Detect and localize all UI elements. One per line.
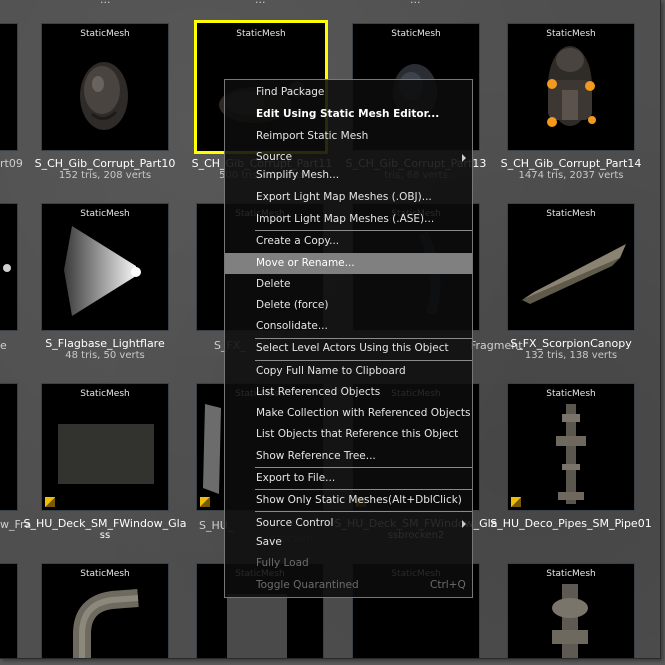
menu-item-label: Source — [256, 151, 293, 163]
partial-label: ... — [410, 0, 421, 6]
submenu-arrow-icon — [462, 520, 466, 528]
partial-label: ... — [255, 0, 266, 6]
asset-thumbnail[interactable]: StaticMesh — [41, 203, 169, 331]
menu-item-edit-static-mesh[interactable]: Edit Using Static Mesh Editor... — [225, 104, 472, 125]
menu-item-shortcut: (Alt+DblClick) — [388, 494, 462, 506]
menu-item-label: Show Only Static Meshes — [256, 494, 388, 506]
asset-stats: 48 tris, 50 verts — [65, 350, 145, 361]
menu-item-reference-tree[interactable]: Show Reference Tree... — [225, 446, 472, 467]
asset-name-line2: ss — [99, 530, 111, 541]
partial-label: ... — [100, 0, 111, 6]
menu-item-list-referencing[interactable]: List Objects that Reference this Object — [225, 424, 472, 445]
asset-type-label: StaticMesh — [391, 29, 441, 39]
asset-status-badge-icon — [200, 497, 210, 507]
asset-name: S_HU_Deck_SM_FWindow_Gla — [23, 517, 187, 530]
asset-type-label: StaticMesh — [546, 389, 596, 399]
mesh-preview-icon — [80, 62, 128, 130]
mesh-preview-icon — [64, 226, 141, 316]
menu-item-show-only-static-meshes[interactable]: Show Only Static Meshes (Alt+DblClick) — [225, 490, 472, 511]
asset-name: S_FX_ScorpionCanopy — [510, 337, 632, 350]
mesh-preview-icon — [547, 46, 596, 127]
menu-item-list-referenced[interactable]: List Referenced Objects — [225, 382, 472, 403]
menu-item-shortcut: Ctrl+Q — [430, 579, 466, 591]
asset-status-badge-icon — [511, 497, 521, 507]
menu-item-toggle-quarantined[interactable]: Toggle Quarantined Ctrl+Q — [225, 575, 472, 596]
asset-type-label: StaticMesh — [80, 29, 130, 39]
asset-thumbnail[interactable] — [0, 563, 18, 658]
asset-context-menu: Find Package Edit Using Static Mesh Edit… — [224, 79, 473, 598]
menu-item-copy-full-name[interactable]: Copy Full Name to Clipboard — [225, 361, 472, 382]
menu-item-move-rename[interactable]: Move or Rename... — [225, 253, 472, 274]
menu-item-source-control[interactable]: Source Control — [225, 513, 472, 534]
asset-thumbnail[interactable] — [0, 383, 18, 511]
menu-item-make-collection[interactable]: Make Collection with Referenced Objects — [225, 403, 472, 424]
menu-item-save[interactable]: Save — [225, 532, 472, 553]
asset-thumbnail[interactable] — [0, 203, 18, 331]
mesh-preview-icon — [522, 244, 626, 304]
asset-type-label: StaticMesh — [236, 29, 286, 39]
asset-status-badge-icon — [45, 497, 55, 507]
asset-thumbnail[interactable]: StaticMesh — [507, 203, 635, 331]
asset-type-label: StaticMesh — [546, 29, 596, 39]
asset-name: S_Flagbase_Lightflare — [45, 337, 165, 350]
asset-thumbnail[interactable]: StaticMesh — [41, 23, 169, 151]
menu-separator — [255, 511, 472, 512]
menu-item-delete-force[interactable]: Delete (force) — [225, 295, 472, 316]
menu-item-find-package[interactable]: Find Package — [225, 82, 472, 103]
asset-type-label: StaticMesh — [546, 569, 596, 579]
asset-type-label: StaticMesh — [80, 569, 130, 579]
asset-thumbnail[interactable]: StaticMesh — [41, 383, 169, 511]
menu-item-label: Source Control — [256, 517, 334, 529]
asset-stats: 152 tris, 208 verts — [58, 170, 152, 181]
asset-name: S_CH_Gib_Corrupt_Part14 — [500, 157, 642, 170]
menu-item-consolidate[interactable]: Consolidate... — [225, 316, 472, 337]
menu-item-export-lightmap[interactable]: Export Light Map Meshes (.OBJ)... — [225, 187, 472, 208]
asset-thumbnail[interactable]: StaticMesh — [41, 563, 169, 658]
asset-stats: 1474 tris, 2037 verts — [518, 170, 624, 181]
asset-name: S_HU_Deco_Pipes_SM_Pipe01 — [490, 517, 652, 530]
asset-thumbnail[interactable] — [0, 23, 18, 151]
submenu-arrow-icon — [462, 154, 466, 162]
menu-item-simplify-mesh[interactable]: Simplify Mesh... — [225, 165, 472, 186]
asset-type-label: StaticMesh — [80, 209, 130, 219]
menu-item-export-file[interactable]: Export to File... — [225, 468, 472, 489]
mesh-preview-icon — [3, 264, 11, 272]
asset-name-fragment: e — [0, 339, 7, 352]
asset-stats: 132 tris, 138 verts — [524, 350, 618, 361]
menu-item-create-copy[interactable]: Create a Copy... — [225, 231, 472, 252]
menu-item-fully-load[interactable]: Fully Load — [225, 553, 472, 574]
asset-thumbnail[interactable]: StaticMesh — [507, 23, 635, 151]
asset-name: S_CH_Gib_Corrupt_Part10 — [34, 157, 176, 170]
asset-type-label: StaticMesh — [546, 209, 596, 219]
asset-thumbnail[interactable]: StaticMesh — [507, 563, 635, 658]
content-browser: ... ... ... rt09 StaticMesh S_CH_Gib_Cor… — [0, 0, 661, 659]
mesh-preview-icon — [556, 404, 586, 504]
menu-item-import-lightmap[interactable]: Import Light Map Meshes (.ASE)... — [225, 209, 472, 230]
menu-item-label: Toggle Quarantined — [256, 579, 359, 591]
asset-type-label: StaticMesh — [80, 389, 130, 399]
menu-item-select-level-actors[interactable]: Select Level Actors Using this Object — [225, 338, 472, 359]
asset-thumbnail[interactable]: StaticMesh — [507, 383, 635, 511]
menu-item-reimport[interactable]: Reimport Static Mesh — [225, 126, 472, 147]
mesh-preview-icon — [58, 424, 154, 484]
menu-item-delete[interactable]: Delete — [225, 274, 472, 295]
